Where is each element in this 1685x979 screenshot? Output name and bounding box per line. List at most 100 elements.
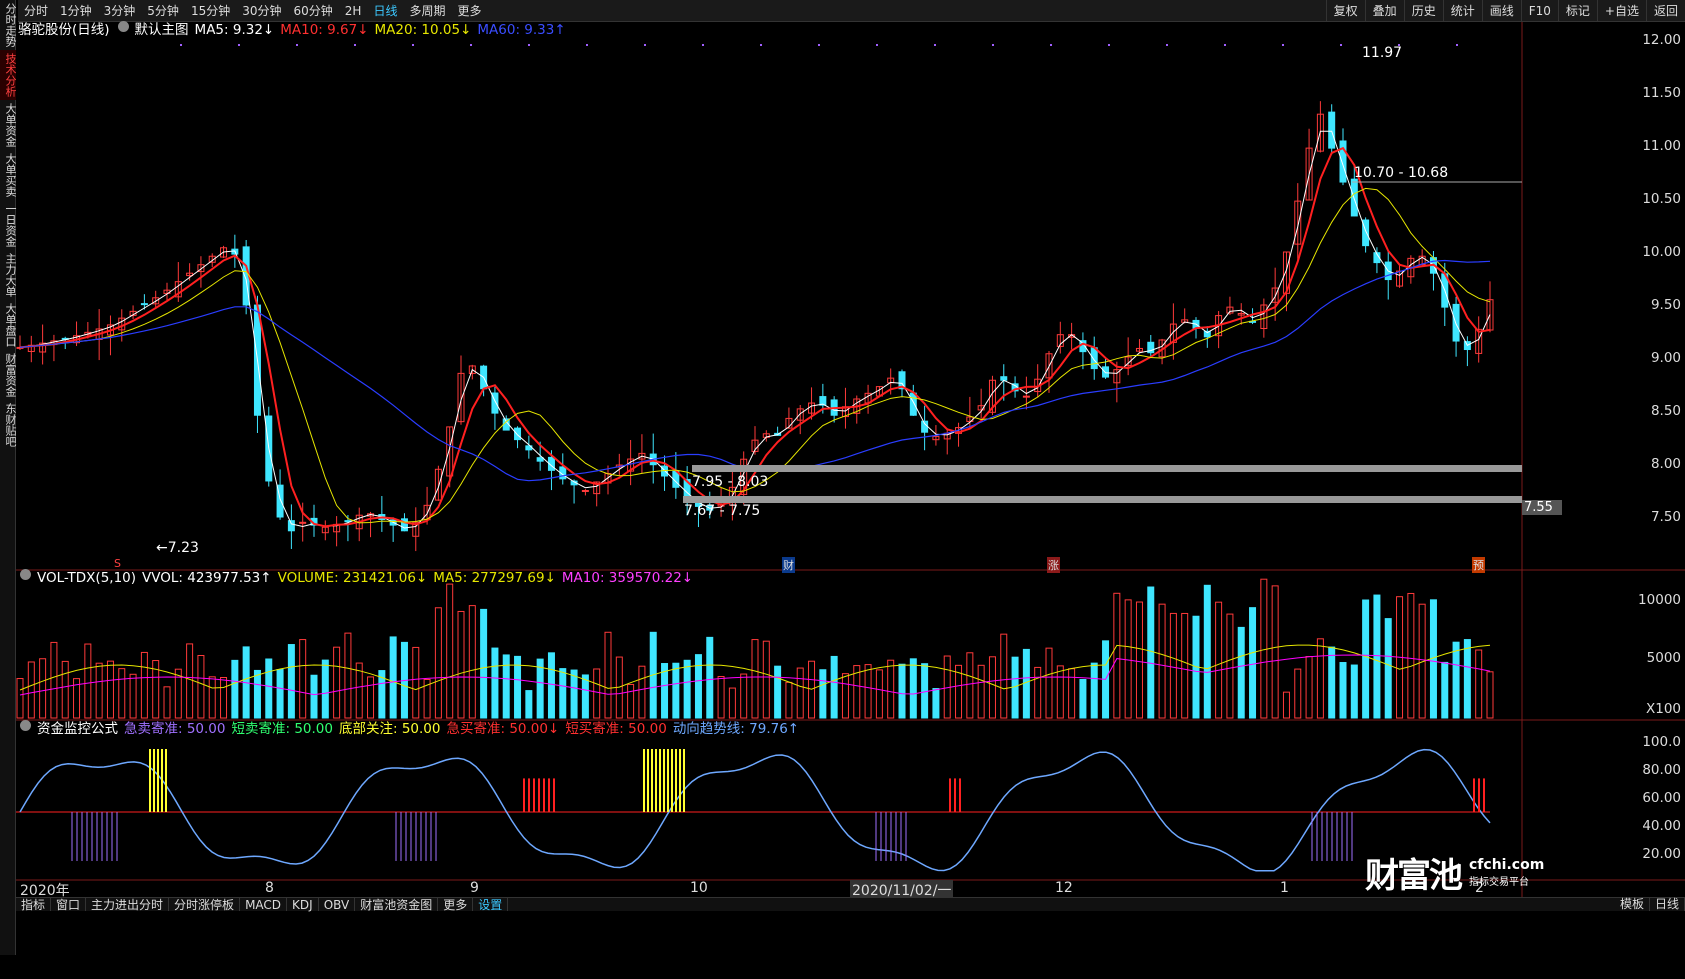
kline-chart[interactable] — [0, 0, 1685, 897]
volume-bar — [864, 664, 872, 719]
volume-bar — [604, 631, 612, 719]
template-toggle-icon[interactable] — [117, 21, 129, 32]
volume-bar — [1068, 668, 1076, 719]
volume-bar — [1475, 649, 1483, 719]
event-dot — [818, 44, 820, 46]
volume-bar — [570, 669, 578, 719]
bottom-tab-3[interactable]: 分时涨停板 — [169, 898, 241, 912]
stock-name: 骆驼股份(日线) — [18, 22, 110, 38]
volume-bar — [1226, 613, 1234, 719]
watermark-url: cfchi.com — [1469, 857, 1545, 873]
bottom-tab-7[interactable]: 财富池资金图 — [355, 898, 439, 912]
volume-bar — [389, 636, 397, 719]
volume-ma5-line — [19, 644, 1491, 691]
volume-bar — [672, 662, 680, 719]
marker-zhang[interactable]: 涨 — [1047, 557, 1060, 573]
volume-bar — [717, 676, 725, 719]
volume-bar — [1022, 648, 1030, 719]
price-tick: 8.00 — [1650, 456, 1681, 472]
bottom-tab-2[interactable]: 主力进出分时 — [86, 898, 170, 912]
bottom-tab-5[interactable]: KDJ — [287, 898, 319, 912]
volume-bar — [220, 677, 228, 719]
volume-bar — [208, 676, 216, 719]
volume-bar — [1441, 661, 1449, 719]
time-tick: 12 — [1055, 880, 1073, 896]
volume-bar — [1135, 601, 1143, 719]
bottom-tab-9[interactable]: 设置 — [473, 898, 509, 912]
bottom-tab-8[interactable]: 更多 — [438, 898, 474, 912]
volume-bar — [299, 639, 307, 719]
price-tick: 11.50 — [1642, 85, 1681, 101]
volume-bar — [796, 667, 804, 719]
volume-bar — [1486, 671, 1494, 719]
volume-bar — [197, 655, 205, 719]
event-dot — [1108, 44, 1110, 46]
volume-bar — [16, 678, 24, 719]
time-tick: 1 — [1280, 880, 1289, 896]
marker-s[interactable]: S — [114, 557, 121, 570]
event-dot — [296, 44, 298, 46]
event-dot — [992, 44, 994, 46]
event-dot — [934, 44, 936, 46]
volume-bar — [186, 643, 194, 719]
candle-body — [536, 457, 544, 462]
event-dot — [1282, 44, 1284, 46]
volume-bar — [480, 608, 488, 719]
vol-toggle-icon[interactable] — [20, 569, 31, 580]
bottom-right-tab-1[interactable]: 日线 — [1650, 897, 1685, 911]
marker-yu[interactable]: 预 — [1472, 557, 1485, 573]
volume-bar — [39, 658, 47, 719]
bottom-tab-0[interactable]: 指标 — [16, 898, 52, 912]
volume-bar — [1203, 584, 1211, 719]
indicator-tick: 80.00 — [1642, 762, 1681, 778]
volume-bar — [1000, 633, 1008, 719]
volume-bar — [1316, 638, 1324, 719]
volume-bar — [276, 669, 284, 719]
bottom-tab-1[interactable]: 窗口 — [51, 898, 87, 912]
watermark: 财富池 cfchi.com 指标交易平台 — [1365, 848, 1544, 897]
time-tick: 8 — [265, 880, 274, 896]
marker-cai[interactable]: 财 — [782, 557, 795, 573]
indicator-name[interactable]: 资金监控公式 — [37, 720, 118, 738]
volume-bar — [287, 644, 295, 719]
event-dot — [180, 44, 182, 46]
event-dot — [528, 44, 530, 46]
event-dot — [1340, 44, 1342, 46]
event-dot — [412, 44, 414, 46]
volume-bar — [84, 643, 92, 719]
volume-bar — [129, 673, 137, 719]
volume-bar — [61, 660, 69, 719]
volume-bar — [683, 659, 691, 719]
price-tick: 10.50 — [1642, 191, 1681, 207]
indicator-toggle-icon[interactable] — [20, 720, 31, 731]
volume-bar — [1056, 665, 1064, 719]
event-dot — [876, 44, 878, 46]
event-dot — [702, 44, 704, 46]
volume-bar — [740, 673, 748, 719]
vol-name[interactable]: VOL-TDX(5,10) — [37, 569, 136, 587]
trend-line — [19, 748, 1491, 872]
watermark-subtitle: 指标交易平台 — [1469, 877, 1529, 888]
volume-bar — [1181, 612, 1189, 719]
price-tick: 8.50 — [1650, 403, 1681, 419]
indicator-tick: 40.00 — [1642, 818, 1681, 834]
volume-bar — [819, 669, 827, 719]
bottom-tab-6[interactable]: OBV — [319, 898, 356, 912]
volume-bar — [1249, 607, 1257, 719]
volume-bar — [909, 658, 917, 719]
template-name[interactable]: 默认主图 — [135, 21, 189, 39]
ma5-value: MA5: 9.32↓ — [194, 22, 275, 38]
zone-label-2: 7.95 - 8.03 — [692, 474, 769, 490]
ind-a: 急卖寄准: 50.00 — [124, 721, 226, 737]
volume-bar — [1350, 664, 1358, 719]
main-info-line: 骆驼股份(日线) 默认主图 MA5: 9.32↓ MA10: 9.67↓ MA2… — [18, 21, 572, 39]
candle-body — [1022, 395, 1030, 398]
bottom-right-tab-0[interactable]: 模板 — [1615, 897, 1650, 911]
volume-bar — [593, 668, 601, 719]
bottom-tab-4[interactable]: MACD — [240, 898, 288, 912]
candle-body — [1102, 366, 1110, 378]
candle-body — [287, 520, 295, 532]
volume-bar — [525, 690, 533, 719]
indicator-info-line: 资金监控公式 急卖寄准: 50.00 短卖寄准: 50.00 底部关注: 50.… — [18, 720, 805, 738]
volume-bar — [1452, 641, 1460, 719]
